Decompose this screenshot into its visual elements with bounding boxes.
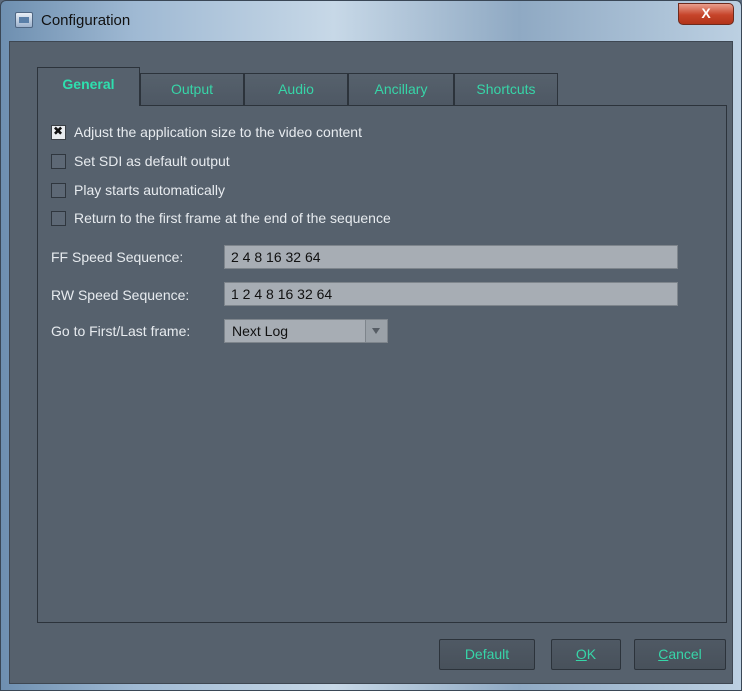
configuration-window: Configuration X General Output Audio Anc…: [0, 0, 742, 691]
general-tab-panel: Adjust the application size to the video…: [37, 105, 727, 623]
sdi-default-label: Set SDI as default output: [74, 153, 230, 169]
ff-speed-label: FF Speed Sequence:: [51, 249, 184, 265]
cancel-button-label: ancel: [668, 646, 702, 662]
sdi-default-option[interactable]: Set SDI as default output: [51, 151, 230, 171]
adjust-size-checkbox[interactable]: [51, 124, 66, 140]
tab-shortcuts[interactable]: Shortcuts: [454, 73, 558, 105]
ok-button[interactable]: OK: [551, 639, 621, 670]
tab-label: Shortcuts: [476, 81, 536, 97]
autoplay-checkbox[interactable]: [51, 182, 66, 198]
ff-speed-input[interactable]: [224, 245, 678, 269]
tab-label: Audio: [278, 81, 314, 97]
title-bar[interactable]: Configuration X: [1, 1, 741, 41]
goto-frame-select[interactable]: Next Log: [224, 319, 388, 343]
tab-ancillary[interactable]: Ancillary: [348, 73, 454, 105]
tab-general[interactable]: General: [37, 67, 140, 106]
sdi-default-checkbox[interactable]: [51, 153, 66, 169]
adjust-size-label: Adjust the application size to the video…: [74, 124, 362, 140]
autoplay-option[interactable]: Play starts automatically: [51, 180, 225, 200]
autoplay-label: Play starts automatically: [74, 182, 225, 198]
tab-output[interactable]: Output: [140, 73, 244, 105]
dialog-body: General Output Audio Ancillary Shortcuts…: [9, 41, 733, 684]
return-first-frame-label: Return to the first frame at the end of …: [74, 210, 391, 226]
return-first-frame-option[interactable]: Return to the first frame at the end of …: [51, 208, 391, 228]
ok-button-label: K: [586, 646, 597, 662]
window-title: Configuration: [41, 12, 131, 29]
tab-label: Output: [170, 81, 214, 97]
goto-frame-value: Next Log: [232, 323, 289, 339]
default-button-label: Default: [464, 646, 510, 662]
default-button[interactable]: Default: [439, 639, 535, 670]
close-button[interactable]: X: [678, 3, 734, 25]
rw-speed-input[interactable]: [224, 282, 678, 306]
tab-audio[interactable]: Audio: [244, 73, 348, 105]
tab-label: General: [62, 76, 115, 92]
tab-label: Ancillary: [374, 81, 428, 97]
chevron-down-icon[interactable]: [365, 320, 387, 342]
adjust-size-option[interactable]: Adjust the application size to the video…: [51, 122, 362, 142]
ok-mnemonic: O: [575, 646, 587, 662]
cancel-mnemonic: C: [658, 646, 669, 662]
return-first-frame-checkbox[interactable]: [51, 210, 66, 226]
rw-speed-label: RW Speed Sequence:: [51, 287, 190, 303]
app-window-icon: [15, 12, 33, 28]
goto-frame-label: Go to First/Last frame:: [51, 323, 191, 339]
close-icon: X: [701, 5, 711, 21]
cancel-button[interactable]: Cancel: [634, 639, 726, 670]
